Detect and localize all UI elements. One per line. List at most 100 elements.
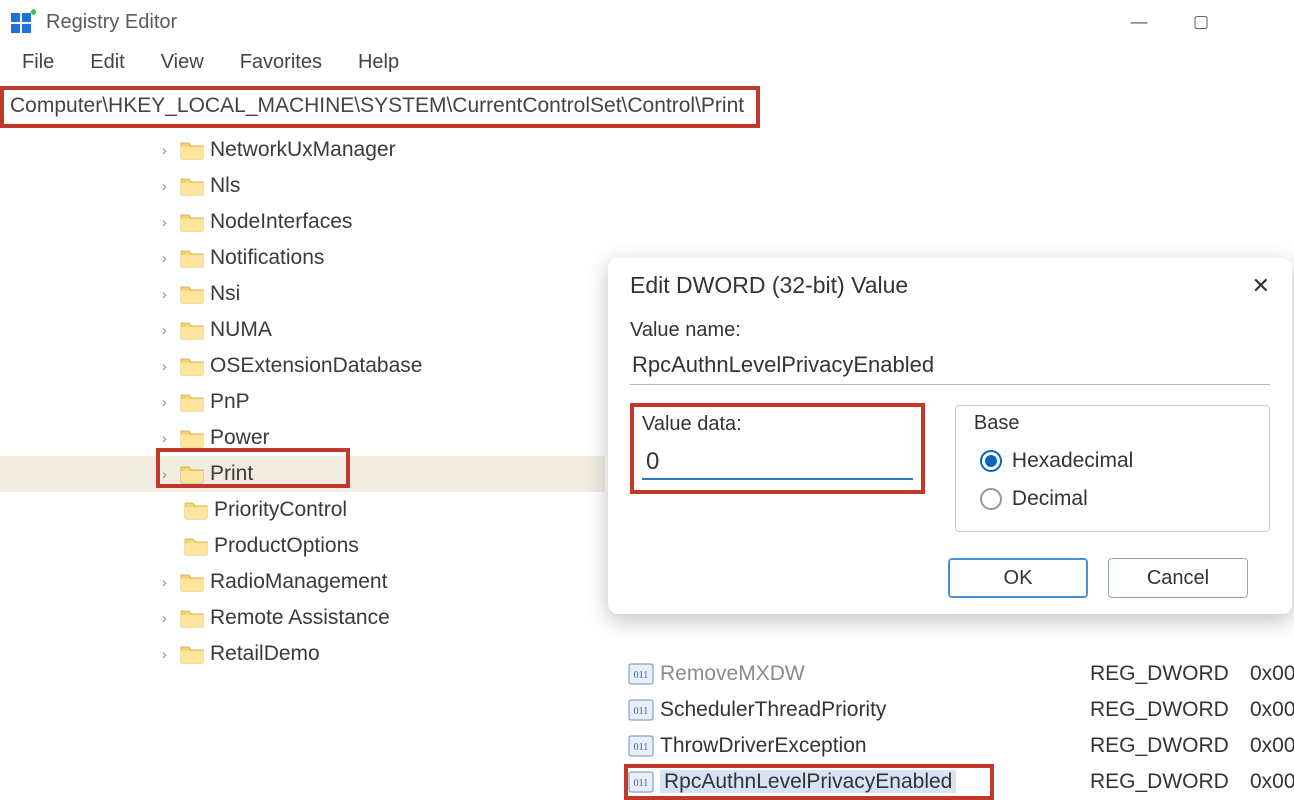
value-name: ThrowDriverException <box>660 734 1090 758</box>
menu-favorites[interactable]: Favorites <box>222 47 340 78</box>
folder-icon <box>180 320 204 340</box>
dword-icon <box>628 771 654 793</box>
value-row[interactable]: RemoveMXDWREG_DWORD0x00 <box>608 656 1294 692</box>
tree-item-label: Print <box>210 462 253 486</box>
folder-icon <box>184 500 208 520</box>
tree-pane[interactable]: › NetworkUxManager › Nls ›NodeInterfaces›Not… <box>0 128 605 677</box>
chevron-right-icon[interactable]: › <box>162 178 176 194</box>
value-type: REG_DWORD <box>1090 734 1250 758</box>
chevron-right-icon[interactable]: › <box>162 322 176 338</box>
radio-hex-label: Hexadecimal <box>1012 449 1133 473</box>
value-type: REG_DWORD <box>1090 662 1250 686</box>
chevron-right-icon[interactable]: › <box>162 646 176 662</box>
tree-item-nodeinterfaces[interactable]: ›NodeInterfaces <box>0 204 605 240</box>
dialog-close-button[interactable]: ✕ <box>1252 273 1270 299</box>
edit-dword-dialog: Edit DWORD (32-bit) Value ✕ Value name: … <box>608 258 1292 614</box>
folder-icon <box>180 644 204 664</box>
tree-item-remote-assistance[interactable]: › Remote Assistance <box>0 600 605 636</box>
tree-item-prioritycontrol[interactable]: PriorityControl <box>0 492 605 528</box>
ok-button[interactable]: OK <box>948 558 1088 598</box>
folder-icon <box>180 356 204 376</box>
tree-item-notifications[interactable]: ›Notifications <box>0 240 605 276</box>
tree-item-networkuxmanager[interactable]: › NetworkUxManager <box>0 132 605 168</box>
menu-help[interactable]: Help <box>340 47 417 78</box>
radio-dec-label: Decimal <box>1012 487 1088 511</box>
chevron-right-icon[interactable]: › <box>162 286 176 302</box>
tree-item-pnp[interactable]: › PnP <box>0 384 605 420</box>
value-data-input[interactable] <box>642 444 913 480</box>
value-row[interactable]: SchedulerThreadPriorityREG_DWORD0x00 <box>608 692 1294 728</box>
tree-item-label: NetworkUxManager <box>210 138 396 162</box>
radio-decimal[interactable]: Decimal <box>970 479 1255 517</box>
value-name: SchedulerThreadPriority <box>660 698 1090 722</box>
radio-hex-indicator <box>980 450 1002 472</box>
tree-item-power[interactable]: › Power <box>0 420 605 456</box>
folder-icon <box>180 212 204 232</box>
tree-item-label: OSExtensionDatabase <box>210 354 422 378</box>
dword-icon <box>628 735 654 757</box>
radio-hexadecimal[interactable]: Hexadecimal <box>970 441 1255 479</box>
menu-view[interactable]: View <box>143 47 222 78</box>
value-name: RemoveMXDW <box>660 662 1090 686</box>
dialog-title: Edit DWORD (32-bit) Value <box>630 272 908 299</box>
tree-item-label: Power <box>210 426 270 450</box>
tree-item-label: RadioManagement <box>210 570 387 594</box>
menubar: File Edit View Favorites Help <box>0 44 1294 80</box>
folder-icon <box>180 428 204 448</box>
radio-dec-indicator <box>980 488 1002 510</box>
tree-item-retaildemo[interactable]: › RetailDemo <box>0 636 605 672</box>
tree-item-radiomanagement[interactable]: › RadioManagement <box>0 564 605 600</box>
folder-icon <box>180 248 204 268</box>
chevron-right-icon[interactable]: › <box>162 430 176 446</box>
tree-item-label: NUMA <box>210 318 272 342</box>
maximize-button[interactable]: ▢ <box>1170 0 1232 44</box>
titlebar: Registry Editor — ▢ <box>0 0 1294 44</box>
tree-item-print[interactable]: › Print <box>0 456 605 492</box>
tree-item-osextensiondatabase[interactable]: › OSExtensionDatabase <box>0 348 605 384</box>
app-icon <box>10 9 36 35</box>
tree-item-label: Nls <box>210 174 240 198</box>
base-group: Base Hexadecimal Decimal <box>955 405 1270 532</box>
chevron-right-icon[interactable]: › <box>162 574 176 590</box>
chevron-right-icon[interactable]: › <box>162 394 176 410</box>
base-legend: Base <box>970 412 1024 435</box>
dword-icon <box>628 699 654 721</box>
tree-item-label: PnP <box>210 390 250 414</box>
values-pane[interactable]: RemoveMXDWREG_DWORD0x00SchedulerThreadPr… <box>608 656 1294 800</box>
tree-item-label: Remote Assistance <box>210 606 390 630</box>
value-name-field[interactable]: RpcAuthnLevelPrivacyEnabled <box>630 350 1270 385</box>
folder-icon <box>180 140 204 160</box>
value-type: REG_DWORD <box>1090 770 1250 794</box>
chevron-right-icon[interactable]: › <box>162 358 176 374</box>
folder-icon <box>180 176 204 196</box>
tree-item-label: ProductOptions <box>214 534 359 558</box>
value-data: 0x00 <box>1250 698 1294 722</box>
address-bar[interactable]: Computer\HKEY_LOCAL_MACHINE\SYSTEM\Curre… <box>0 86 760 128</box>
menu-edit[interactable]: Edit <box>72 47 142 78</box>
value-type: REG_DWORD <box>1090 698 1250 722</box>
dword-icon <box>628 663 654 685</box>
value-row[interactable]: RpcAuthnLevelPrivacyEnabledREG_DWORD0x00 <box>608 764 1294 800</box>
chevron-right-icon[interactable]: › <box>162 142 176 158</box>
window-title: Registry Editor <box>46 11 177 34</box>
value-data: 0x00 <box>1250 662 1294 686</box>
addressbar-container: Computer\HKEY_LOCAL_MACHINE\SYSTEM\Curre… <box>0 80 1294 128</box>
window-controls: — ▢ <box>1108 0 1294 44</box>
chevron-right-icon[interactable]: › <box>162 610 176 626</box>
tree-item-label: RetailDemo <box>210 642 320 666</box>
chevron-right-icon[interactable]: › <box>162 466 176 482</box>
tree-item-label: Nsi <box>210 282 240 306</box>
tree-item-productoptions[interactable]: ProductOptions <box>0 528 605 564</box>
cancel-button[interactable]: Cancel <box>1108 558 1248 598</box>
value-row[interactable]: ThrowDriverExceptionREG_DWORD0x00 <box>608 728 1294 764</box>
menu-file[interactable]: File <box>4 47 72 78</box>
value-data: 0x00 <box>1250 770 1294 794</box>
close-button[interactable] <box>1232 0 1294 44</box>
minimize-button[interactable]: — <box>1108 0 1170 44</box>
chevron-right-icon[interactable]: › <box>162 214 176 230</box>
chevron-right-icon[interactable]: › <box>162 250 176 266</box>
tree-item-nls[interactable]: › Nls <box>0 168 605 204</box>
value-name: RpcAuthnLevelPrivacyEnabled <box>660 770 1090 794</box>
tree-item-numa[interactable]: › NUMA <box>0 312 605 348</box>
tree-item-nsi[interactable]: › Nsi <box>0 276 605 312</box>
